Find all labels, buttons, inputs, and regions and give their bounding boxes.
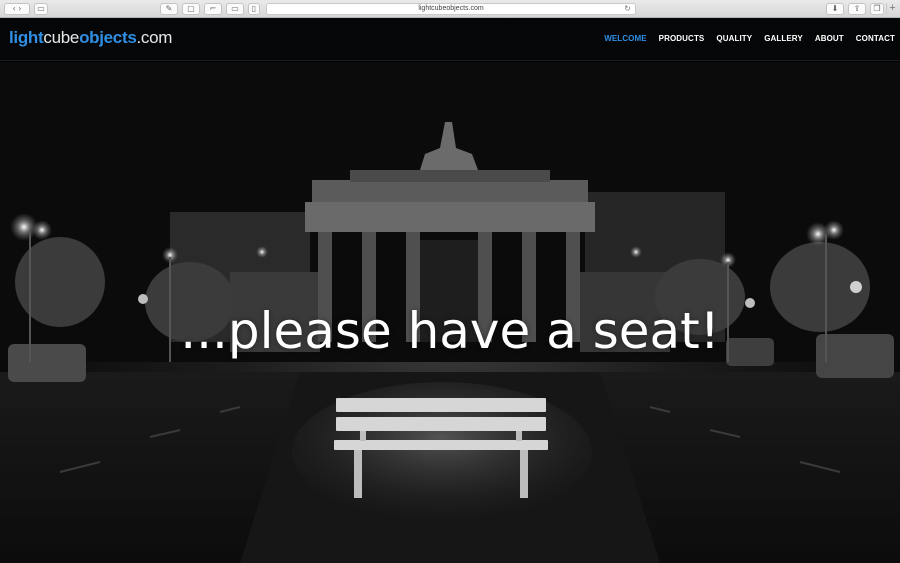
hero-headline: ...please have a seat!: [180, 302, 720, 360]
download-icon[interactable]: ⬇: [826, 3, 844, 15]
share-icon[interactable]: ⇪: [848, 3, 866, 15]
tabs-icon[interactable]: ❐: [870, 3, 884, 15]
nav-products[interactable]: PRODUCTS: [659, 34, 705, 43]
logo-part-light: light: [9, 28, 44, 47]
nav-welcome[interactable]: WELCOME: [604, 34, 646, 43]
site-header: lightcubeobjects.com WELCOME PRODUCTS QU…: [0, 18, 900, 61]
main-nav: WELCOME PRODUCTS QUALITY GALLERY ABOUT C…: [592, 34, 895, 43]
back-forward-buttons[interactable]: ‹ ›: [4, 3, 30, 15]
sidebar-icon[interactable]: ▭: [34, 3, 48, 15]
reload-icon[interactable]: ↻: [624, 4, 631, 14]
site-logo[interactable]: lightcubeobjects.com: [9, 28, 172, 48]
logo-part-cube: cube: [43, 28, 80, 47]
logo-part-com: .com: [136, 28, 173, 47]
nav-about[interactable]: ABOUT: [815, 34, 844, 43]
nav-contact[interactable]: CONTACT: [856, 34, 895, 43]
hero-section: ...please have a seat!: [0, 62, 900, 563]
nav-quality[interactable]: QUALITY: [716, 34, 752, 43]
address-bar[interactable]: lightcubeobjects.com ↻: [266, 3, 636, 15]
device-icon[interactable]: ▯: [248, 3, 260, 15]
url-text: lightcubeobjects.com: [418, 5, 484, 12]
browser-toolbar: ‹ › ▭ ✎ ▢ ⌐ ▭ ▯ lightcubeobjects.com ↻ ⬇…: [0, 0, 900, 18]
nav-gallery[interactable]: GALLERY: [764, 34, 803, 43]
extension-icon[interactable]: ✎: [160, 3, 178, 15]
window-icon[interactable]: ▭: [226, 3, 244, 15]
logo-part-objects: objects: [79, 28, 137, 47]
reader-icon[interactable]: ▢: [182, 3, 200, 15]
new-tab-icon[interactable]: +: [886, 3, 898, 15]
crop-icon[interactable]: ⌐: [204, 3, 222, 15]
